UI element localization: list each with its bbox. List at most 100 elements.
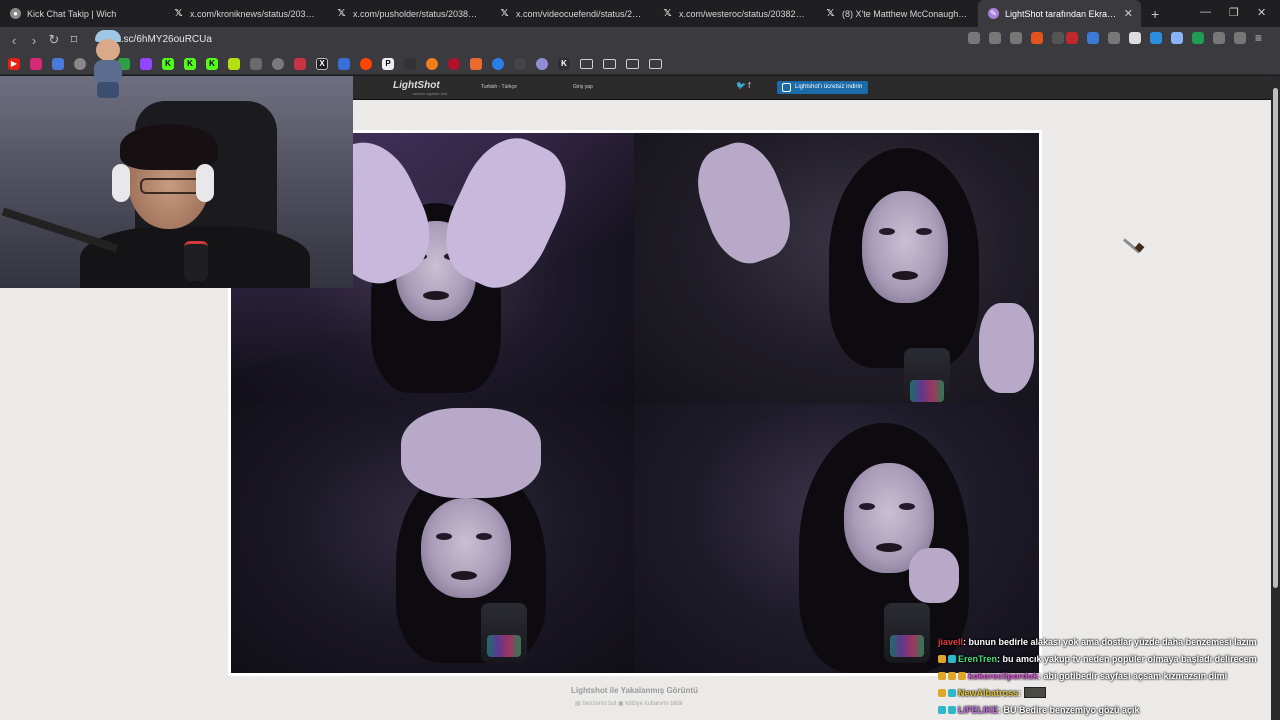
image-caption: Lightshot ile Yakalanmış Görüntü (571, 686, 698, 695)
lips (876, 543, 902, 552)
close-window-icon[interactable]: ✕ (1257, 6, 1266, 19)
face (862, 191, 948, 303)
x-logo-icon: 𝕏 (337, 8, 346, 19)
tab-x-westeroc[interactable]: 𝕏 x.com/westeroc/status/203821891 (652, 0, 815, 27)
extension-icon[interactable] (448, 57, 460, 70)
download-button[interactable]: Lightshot'ı ücretsiz indirin (777, 81, 869, 94)
maximize-icon[interactable]: ❐ (1229, 6, 1239, 19)
tab-lightshot[interactable]: ✎ LightShot tarafından Ekran Görü ✕ (978, 0, 1141, 27)
triangle-icon[interactable] (1052, 32, 1064, 44)
lightshot-logo[interactable]: LightShot (393, 80, 440, 91)
chat-text: : abi gotibedir sayfası açsam kızmazsın … (1038, 671, 1228, 681)
mic-arm (1, 207, 119, 253)
microphone (481, 603, 527, 663)
scroll-thumb[interactable] (1273, 88, 1278, 588)
extension-icon[interactable] (338, 57, 350, 70)
avatar-sticker (90, 30, 126, 100)
anchor-icon[interactable] (250, 57, 262, 70)
zoom-icon[interactable] (989, 32, 1001, 44)
menu-icon[interactable]: ≡ (1255, 32, 1267, 44)
instagram-icon[interactable] (30, 57, 42, 70)
bookmark-icon[interactable] (294, 57, 306, 70)
badge-icon (958, 672, 966, 680)
reddit-icon[interactable] (360, 57, 372, 70)
lips (892, 271, 918, 280)
social-links[interactable]: 🐦 f (736, 81, 750, 90)
puzzle-icon[interactable] (1213, 32, 1225, 44)
extension-icon[interactable] (228, 57, 240, 70)
chat-text: : bu amcık yakup tv neden popüler olmaya… (997, 654, 1257, 664)
tab-x-pusholder[interactable]: 𝕏 x.com/pusholder/status/2038158669 (326, 0, 489, 27)
badge-icon (938, 672, 946, 680)
kick-icon[interactable]: K (184, 57, 196, 70)
tab-title: x.com/westeroc/status/203821891 (679, 8, 807, 19)
twitch-icon[interactable] (140, 57, 152, 70)
tab-x-kroniknews[interactable]: 𝕏 x.com/kroniknews/status/2037922 (163, 0, 326, 27)
screen-icon[interactable] (968, 32, 980, 44)
excel-icon[interactable] (1192, 32, 1204, 44)
extension-icon[interactable] (1171, 32, 1183, 44)
chat-username: kokorecliporduk (968, 671, 1039, 681)
extension-icon[interactable] (1129, 32, 1141, 44)
extension-icon[interactable] (470, 57, 482, 70)
ublock-icon[interactable] (1066, 32, 1078, 44)
face (421, 498, 511, 598)
share-icon[interactable] (1010, 32, 1022, 44)
chat-message: ErenTren: bu amcık yakup tv neden popüle… (938, 651, 1280, 668)
folder-icon[interactable] (603, 58, 616, 69)
eye (436, 533, 452, 540)
forward-arrow-icon[interactable]: › (24, 33, 44, 48)
globe-icon: ● (10, 8, 21, 19)
minimize-icon[interactable]: — (1200, 6, 1211, 18)
back-arrow-icon[interactable]: ‹ (4, 33, 24, 48)
download-button-label: Lightshot'ı ücretsiz indirin (795, 84, 863, 90)
x-logo-icon: 𝕏 (500, 8, 509, 19)
new-tab-button[interactable]: + (1141, 6, 1169, 22)
language-selector[interactable]: Turkish - Türkçe (481, 84, 517, 90)
extension-icon[interactable] (404, 57, 416, 70)
sound-icon[interactable] (1087, 32, 1099, 44)
reload-icon[interactable]: ↻ (44, 32, 64, 48)
youtube-icon[interactable]: ▶ (8, 57, 20, 70)
translate-icon[interactable] (52, 57, 64, 70)
tab-x-videocuefendi[interactable]: 𝕏 x.com/videocuefendi/status/20382 (489, 0, 652, 27)
glasses (140, 178, 202, 194)
address-bar[interactable]: t.sc/6hMY26ouRCUa (90, 30, 970, 50)
sidebar-icon[interactable] (1234, 32, 1246, 44)
headphone-cup (196, 164, 214, 202)
image-actions[interactable]: ▤ benzerini bul ▣ kötüye kullanımı bildi… (575, 700, 683, 707)
tab-title: x.com/kroniknews/status/2037922 (190, 8, 318, 19)
folder-icon[interactable] (626, 58, 639, 69)
microphone (904, 348, 950, 403)
kick-icon[interactable]: K (162, 57, 174, 70)
page-scrollbar[interactable] (1271, 76, 1280, 720)
play-icon[interactable] (492, 57, 504, 70)
bookmark-icon[interactable]: ⌑ (64, 32, 84, 48)
folder-icon[interactable] (580, 58, 593, 69)
extension-icon[interactable] (426, 57, 438, 70)
brave-shield-icon[interactable] (1031, 32, 1043, 44)
extension-icon[interactable] (514, 57, 526, 70)
badge-icon (948, 689, 956, 697)
kick-icon[interactable]: K (558, 57, 570, 70)
pinterest-icon[interactable]: P (382, 57, 394, 70)
extension-icon[interactable] (536, 57, 548, 70)
extension-icon[interactable] (1108, 32, 1120, 44)
login-link[interactable]: Giriş yap (573, 84, 593, 90)
microphone (884, 603, 930, 663)
chat-username: jiavell (938, 637, 964, 647)
close-tab-icon[interactable]: ✕ (1124, 7, 1133, 20)
microphone (184, 241, 208, 281)
tab-x-mcconaughey[interactable]: 𝕏 (8) X'te Matthew McConaughey: "Be (815, 0, 978, 27)
chat-text: : (1018, 688, 1022, 698)
folder-icon[interactable] (649, 58, 662, 69)
kick-icon[interactable]: K (206, 57, 218, 70)
tab-title: x.com/videocuefendi/status/20382 (516, 8, 644, 19)
extension-icon[interactable] (1150, 32, 1162, 44)
tab-kick-chat[interactable]: ● Kick Chat Takip | Wich (0, 0, 163, 27)
chat-message: jiavell: bunun bedirle alakası yok ama d… (938, 634, 1280, 651)
x-logo-icon[interactable]: X (316, 57, 328, 70)
chat-emote (1023, 687, 1046, 698)
settings-icon[interactable] (272, 57, 284, 70)
globe-icon[interactable] (74, 57, 86, 70)
